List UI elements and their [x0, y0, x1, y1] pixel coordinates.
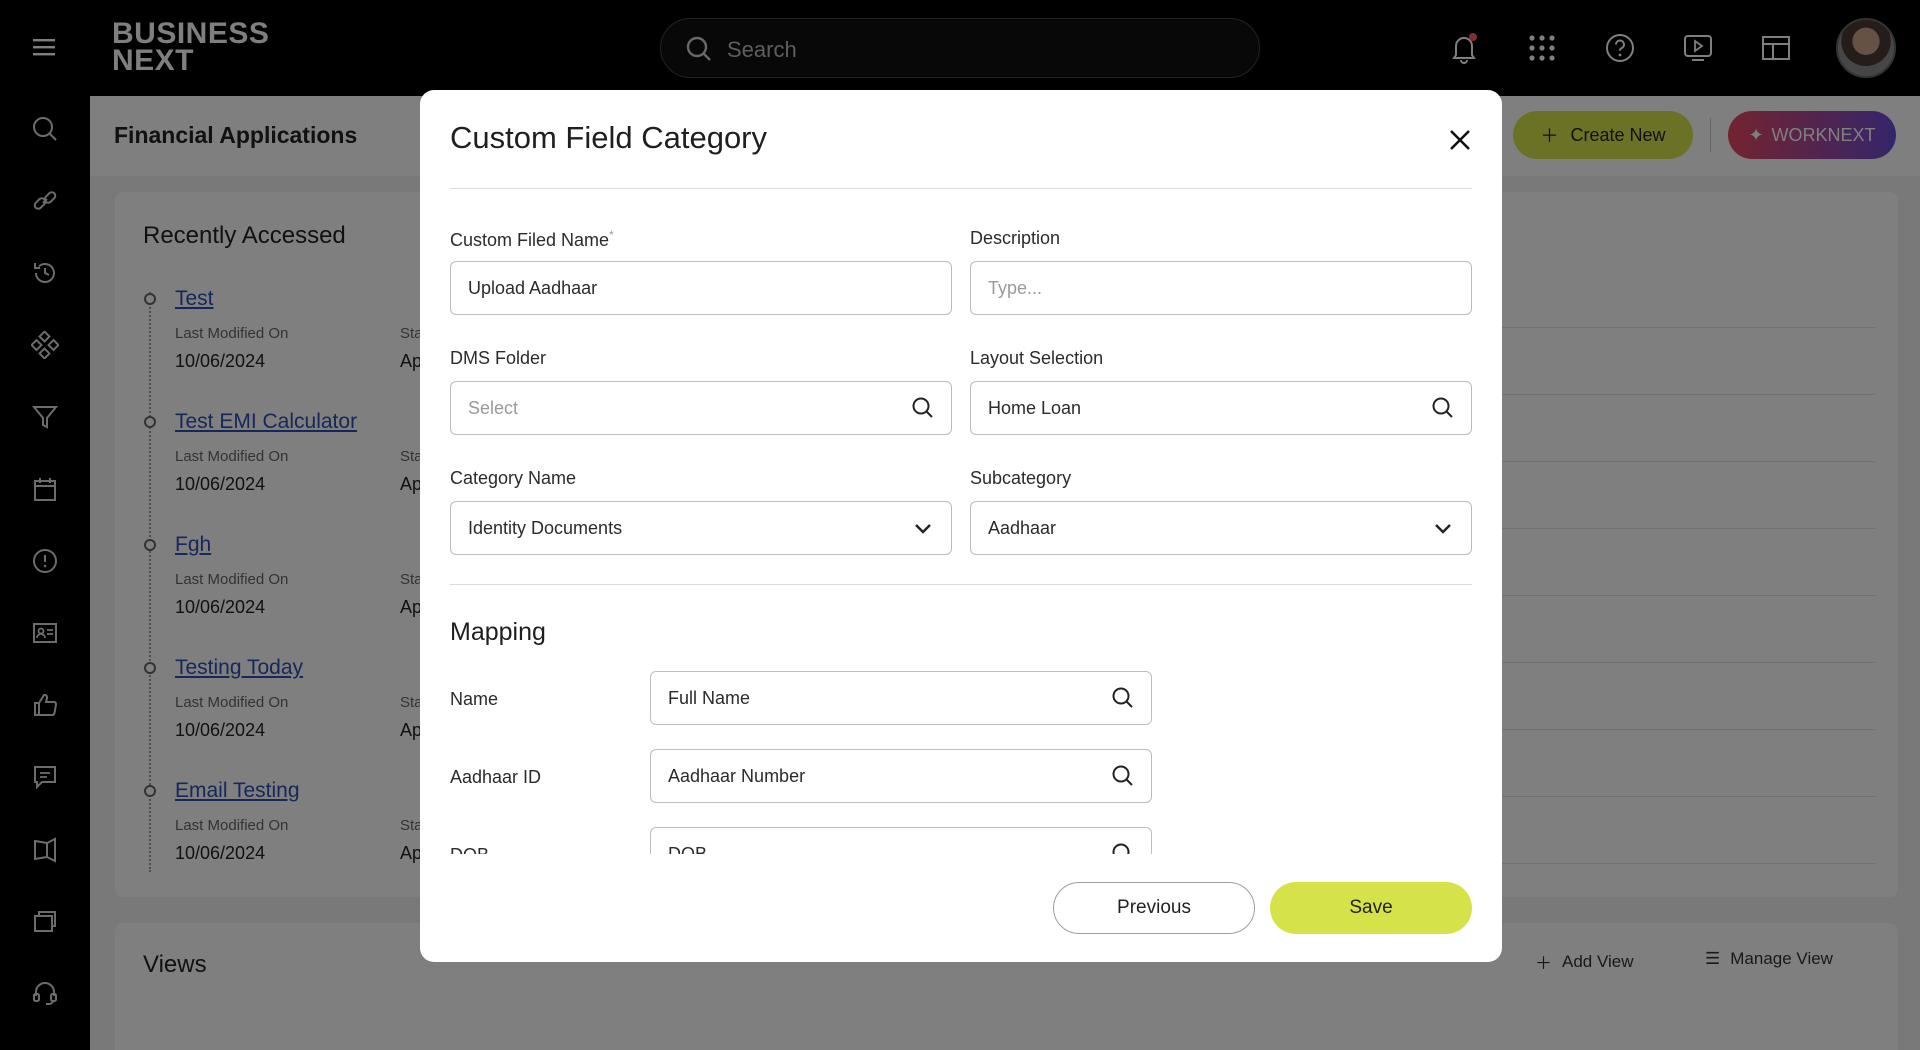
search-icon[interactable]	[1111, 686, 1135, 710]
description-label: Description	[970, 228, 1061, 248]
mapping-label-aadhaar-id: Aadhaar ID	[450, 767, 542, 787]
custom-field-name-label: Custom Filed Name*	[450, 228, 614, 250]
previous-button[interactable]: Previous	[1053, 882, 1255, 934]
subcategory-label: Subcategory	[970, 468, 1072, 488]
section-divider	[450, 584, 1472, 585]
dialog-title: Custom Field Category	[450, 120, 768, 155]
subcategory-select[interactable]: Aadhaar	[970, 501, 1472, 555]
select-value: Aadhaar	[988, 518, 1057, 538]
dialog-divider	[450, 188, 1472, 189]
dms-folder-label: DMS Folder	[450, 348, 547, 368]
input-value: Aadhaar Number	[668, 766, 806, 786]
search-icon[interactable]	[911, 396, 935, 420]
chevron-down-icon	[915, 524, 931, 534]
dialog-scroll-area[interactable]: Custom Field Category Custom Filed Name*…	[420, 90, 1502, 854]
input-placeholder: Select	[468, 398, 519, 418]
dms-folder-lookup[interactable]: Select	[450, 381, 952, 435]
category-name-select[interactable]: Identity Documents	[450, 501, 952, 555]
mapping-name-lookup[interactable]: Full Name	[650, 671, 1152, 725]
input-placeholder: Type...	[988, 278, 1043, 298]
search-icon[interactable]	[1431, 396, 1455, 420]
custom-field-category-dialog: Custom Field Category Custom Filed Name*…	[420, 90, 1502, 962]
search-icon[interactable]	[1111, 842, 1135, 854]
custom-field-name-input[interactable]: Upload Aadhaar	[450, 261, 952, 315]
mapping-section-title: Mapping	[450, 618, 546, 646]
save-button[interactable]: Save	[1270, 882, 1472, 934]
input-value: DOB	[668, 844, 708, 854]
mapping-label-name: Name	[450, 689, 499, 709]
close-icon[interactable]	[1442, 122, 1478, 158]
search-icon[interactable]	[1111, 764, 1135, 788]
input-value: Home Loan	[988, 398, 1082, 418]
layout-selection-label: Layout Selection	[970, 348, 1104, 368]
select-value: Identity Documents	[468, 518, 623, 538]
category-name-label: Category Name	[450, 468, 577, 488]
description-input[interactable]: Type...	[970, 261, 1472, 315]
mapping-dob-lookup[interactable]: DOB	[650, 827, 1152, 854]
mapping-aadhaar-id-lookup[interactable]: Aadhaar Number	[650, 749, 1152, 803]
input-value: Full Name	[668, 688, 751, 708]
layout-selection-lookup[interactable]: Home Loan	[970, 381, 1472, 435]
mapping-label-dob: DOB	[450, 845, 489, 854]
chevron-down-icon	[1435, 524, 1451, 534]
input-value: Upload Aadhaar	[468, 278, 598, 298]
